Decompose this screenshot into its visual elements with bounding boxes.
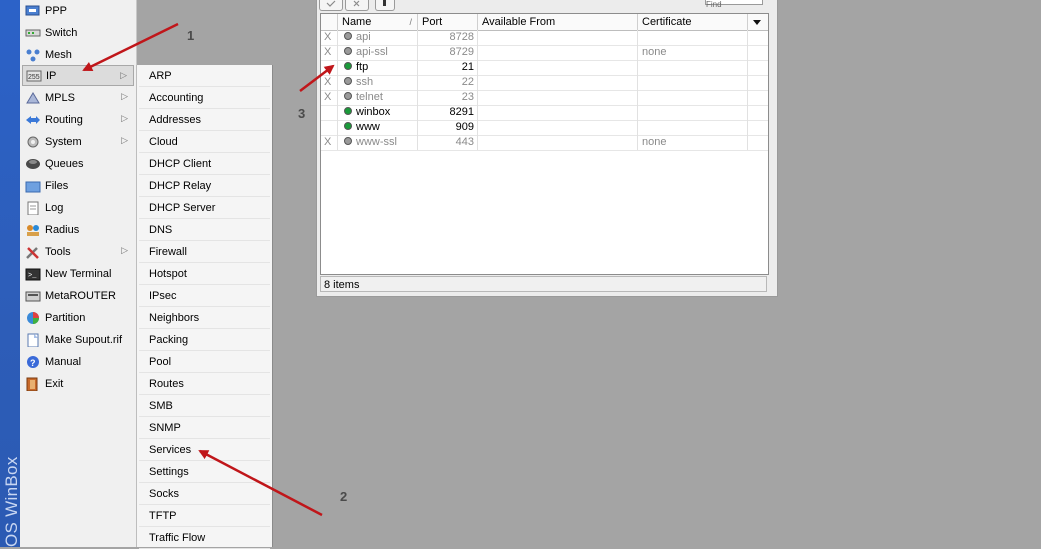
arrow-to-ip: [82, 22, 179, 72]
arrow-to-services: [198, 449, 323, 517]
annotation-3: 3: [298, 106, 306, 121]
annotation-2: 2: [340, 489, 348, 504]
arrow-to-ftp: [299, 64, 335, 92]
annotation-arrows: [82, 22, 335, 517]
annotation-1: 1: [187, 28, 195, 43]
